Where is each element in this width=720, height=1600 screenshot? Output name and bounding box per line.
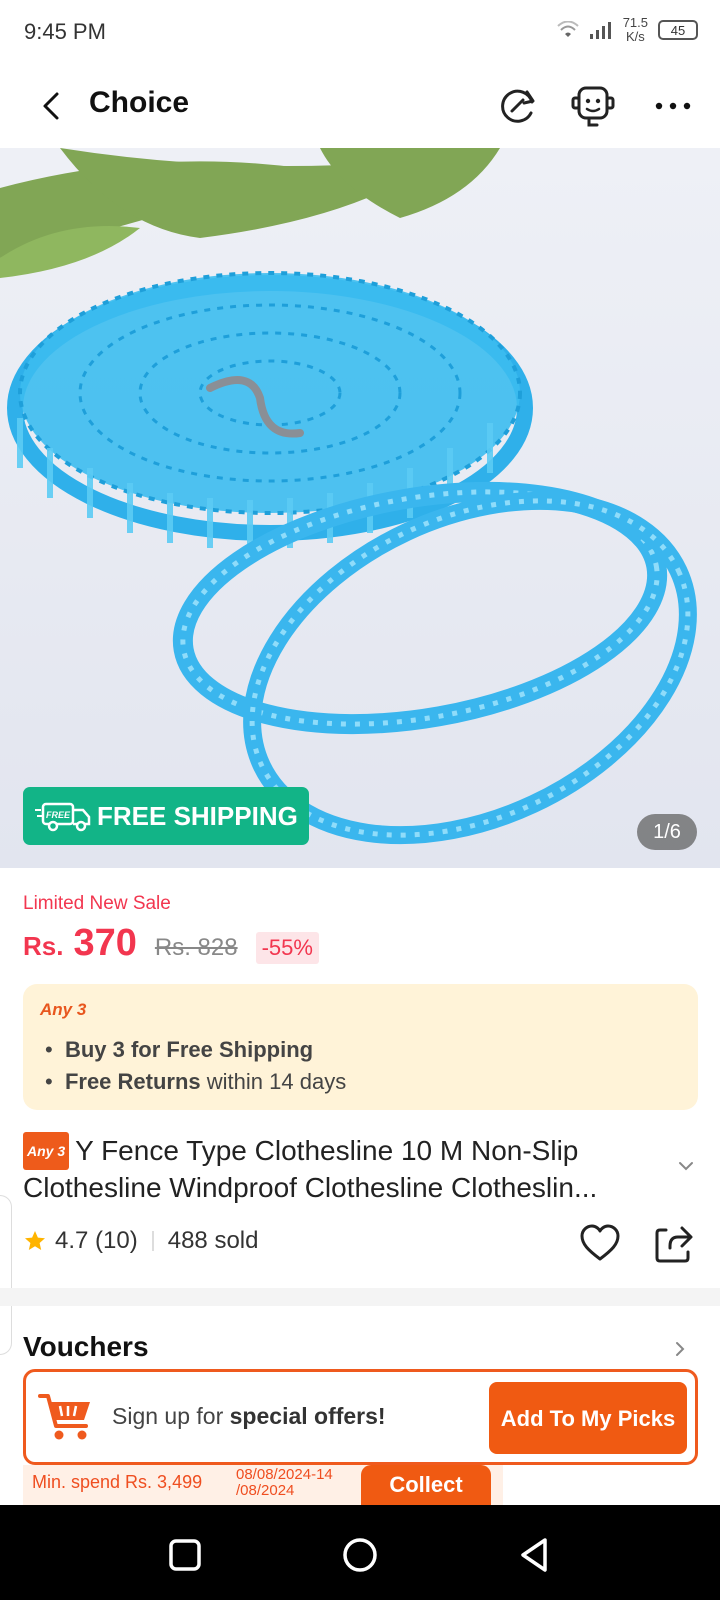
- share-icon[interactable]: [652, 1222, 696, 1266]
- status-bar: 9:45 PM 71.5 K/s 45: [0, 0, 720, 64]
- divider: [151, 1231, 154, 1251]
- net-speed-value: 71.5: [622, 15, 648, 30]
- rating-value: 4.7: [55, 1227, 89, 1254]
- status-time: 9:45 PM: [24, 19, 106, 44]
- promo-line-returns-rest: within 14 days: [206, 1069, 347, 1094]
- add-to-picks-button[interactable]: Add To My Picks: [489, 1382, 687, 1454]
- promo-tag: Any 3: [40, 1000, 87, 1019]
- wifi-icon: [557, 21, 579, 37]
- heart-icon[interactable]: [578, 1222, 622, 1266]
- side-drawer-handle[interactable]: [0, 1195, 12, 1355]
- limited-sale-label: Limited New Sale: [23, 893, 171, 914]
- signal-icon: [589, 22, 611, 39]
- voucher-date-line2: /08/2024: [236, 1482, 295, 1499]
- current-price: 370: [73, 922, 137, 964]
- page-title: Choice: [89, 86, 190, 119]
- chevron-right-icon[interactable]: [670, 1338, 690, 1360]
- net-speed: 71.5 K/s: [623, 16, 648, 44]
- review-count: (10): [95, 1227, 138, 1254]
- sold-count: 488 sold: [167, 1227, 259, 1254]
- promo-line-returns-bold: Free Returns: [64, 1069, 201, 1094]
- price-row: Rs. 370 Rs. 828 -55%: [23, 922, 319, 965]
- price-currency: Rs.: [23, 931, 64, 961]
- back-nav-icon[interactable]: [515, 1535, 555, 1575]
- section-divider: [0, 1288, 720, 1306]
- system-nav-bar: [0, 1505, 720, 1600]
- vouchers-title[interactable]: Vouchers: [23, 1331, 149, 1363]
- star-icon: [25, 1231, 45, 1250]
- collect-voucher-button[interactable]: Collect: [361, 1465, 491, 1505]
- refresh-icon[interactable]: [494, 82, 542, 130]
- promo-line-returns: • Free Returns within 14 days: [45, 1069, 347, 1094]
- voucher-min-spend: Min. spend Rs. 3,499: [32, 1472, 203, 1492]
- net-speed-unit: K/s: [625, 29, 645, 44]
- signup-text: Sign up for special offers!: [112, 1403, 386, 1430]
- signup-offers-bar: Sign up for special offers! Add To My Pi…: [23, 1369, 698, 1465]
- product-image-gallery[interactable]: [0, 148, 720, 868]
- shopping-cart-icon: [38, 1394, 90, 1440]
- image-counter: 1/6: [637, 814, 697, 850]
- promo-line-shipping: • Buy 3 for Free Shipping: [45, 1037, 314, 1062]
- original-price: Rs. 828: [154, 934, 238, 961]
- free-icon-text: FREE: [46, 810, 71, 820]
- back-arrow-icon[interactable]: [32, 86, 72, 126]
- support-bot-icon[interactable]: [569, 82, 617, 130]
- voucher-date-line1: 08/08/2024-14: [236, 1466, 333, 1483]
- product-image: [0, 148, 720, 868]
- recent-apps-icon[interactable]: [165, 1535, 205, 1575]
- more-icon[interactable]: [649, 82, 697, 130]
- promo-line-shipping-text: Buy 3 for Free Shipping: [64, 1037, 314, 1062]
- chevron-down-icon[interactable]: [676, 1156, 696, 1176]
- any3-badge: Any 3: [23, 1132, 70, 1170]
- product-title[interactable]: Any 3Y Fence Type Clothesline 10 M Non-S…: [23, 1132, 663, 1206]
- voucher-validity: 08/08/2024-14 /08/2024: [236, 1467, 333, 1499]
- delivery-truck-icon: FREE: [35, 802, 91, 832]
- signup-text-prefix: Sign up for: [112, 1403, 224, 1429]
- discount-badge: -55%: [255, 932, 319, 964]
- home-icon[interactable]: [340, 1535, 380, 1575]
- promo-box[interactable]: Any 3 • Buy 3 for Free Shipping • Free R…: [23, 984, 698, 1110]
- free-shipping-label: FREE SHIPPING: [97, 800, 298, 831]
- free-shipping-badge: FREE FREE SHIPPING: [23, 787, 309, 845]
- product-title-line2: Clothesline Windproof Clothesline Clothe…: [23, 1172, 598, 1203]
- rating-row[interactable]: 4.7 (10) 488 sold: [23, 1227, 258, 1255]
- status-icons: 71.5 K/s 45: [557, 16, 698, 44]
- signup-text-bold: special offers!: [229, 1403, 386, 1429]
- app-header: Choice: [0, 64, 720, 148]
- battery-indicator: 45: [658, 20, 698, 40]
- product-title-line1: Y Fence Type Clothesline 10 M Non-Slip: [75, 1135, 579, 1166]
